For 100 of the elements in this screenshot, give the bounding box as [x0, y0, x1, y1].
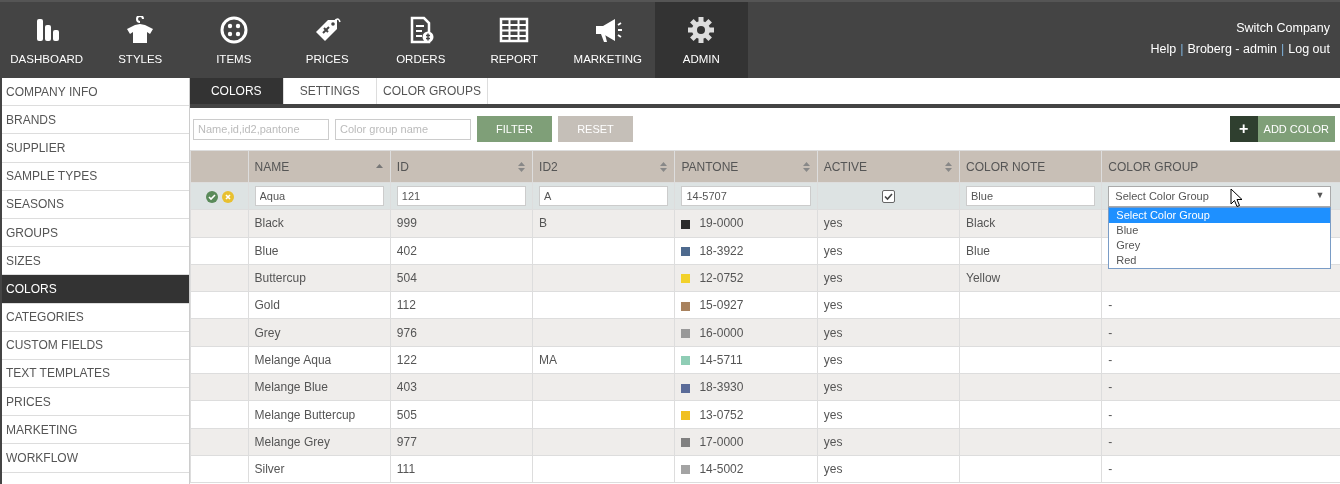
confirm-icon[interactable]	[206, 190, 219, 203]
table-cell: yes	[823, 434, 843, 449]
table-cell: 18-3930	[699, 380, 744, 395]
sidebar-item[interactable]: PRICES	[2, 388, 189, 417]
search-field[interactable]: Name,id,id2,pantone	[193, 118, 329, 140]
column-header[interactable]: ID	[396, 157, 409, 176]
table-cell: Gold	[254, 298, 280, 313]
input-field[interactable]: Aqua	[254, 186, 384, 207]
column-header[interactable]: ID2	[539, 157, 558, 176]
table-cell: Melange Aqua	[254, 352, 332, 367]
nav-tab[interactable]: ORDERS	[374, 2, 468, 78]
dropdown-option[interactable]: Red	[1109, 252, 1331, 268]
sidebar-item[interactable]: SUPPLIER	[2, 134, 189, 163]
table-cell: -	[1108, 434, 1113, 449]
table-cell: -	[1108, 298, 1113, 313]
sort-icon[interactable]	[517, 160, 527, 173]
table-cell: -	[1108, 325, 1113, 340]
table-cell: Silver	[254, 462, 285, 477]
input-field[interactable]: 14-5707	[681, 186, 811, 207]
table-cell: Blue	[254, 243, 279, 258]
checkbox[interactable]	[881, 190, 895, 204]
table-cell: 112	[396, 298, 416, 313]
switch-company-link[interactable]: Switch Company	[1236, 21, 1330, 35]
table-cell: Melange Blue	[254, 380, 328, 395]
sort-icon[interactable]	[944, 160, 953, 173]
button-icon	[218, 16, 249, 44]
table-cell: yes	[823, 407, 843, 422]
nav-tab[interactable]: PRICES	[280, 2, 374, 78]
table-cell: yes	[823, 380, 843, 395]
sidebar-item[interactable]: GROUPS	[2, 218, 189, 248]
table-cell: 122	[396, 352, 417, 367]
table-cell: 999	[396, 216, 417, 231]
table-cell: 14-5002	[699, 462, 744, 477]
table-cell: Black	[966, 216, 996, 231]
table-cell: yes	[823, 243, 843, 258]
input-field[interactable]: 121	[396, 186, 527, 207]
table-cell: 16-0000	[699, 325, 744, 340]
group-name-field[interactable]: Color group name	[335, 118, 471, 140]
table-icon	[499, 16, 530, 44]
account-link[interactable]: Broberg - admin	[1187, 42, 1278, 56]
table-cell: 402	[396, 243, 417, 258]
sidebar-item[interactable]: COLORS	[2, 275, 189, 304]
table-cell: Grey	[254, 325, 281, 340]
table-cell: Melange Grey	[254, 434, 330, 449]
sort-icon[interactable]	[659, 160, 669, 173]
account-link[interactable]: Log out	[1288, 42, 1330, 56]
nav-tab[interactable]: ITEMS	[187, 2, 281, 78]
nav-tab[interactable]: MARKETING	[561, 2, 655, 78]
table-cell: 505	[396, 407, 417, 422]
table-cell: -	[1108, 407, 1113, 422]
table-cell: yes	[823, 216, 843, 231]
table-cell: yes	[823, 462, 843, 477]
sidebar-item[interactable]: SEASONS	[2, 190, 189, 219]
settings-icon	[686, 16, 717, 44]
column-header[interactable]: ACTIVE	[823, 157, 868, 176]
nav-tab[interactable]: STYLES	[93, 2, 187, 78]
table-cell: 976	[396, 325, 417, 340]
table-cell: Black	[254, 216, 284, 231]
sidebar-item[interactable]: CATEGORIES	[2, 303, 189, 332]
table-cell: 15-0927	[699, 298, 744, 313]
table-cell: 18-3922	[699, 243, 744, 258]
sidebar-item[interactable]: COMPANY INFO	[2, 78, 189, 107]
sidebar-item[interactable]: BRANDS	[2, 106, 189, 135]
add-color-button[interactable]: + ADD COLOR	[1229, 116, 1335, 142]
sidebar-item[interactable]: SAMPLE TYPES	[2, 162, 189, 191]
cancel-icon[interactable]	[221, 190, 234, 203]
column-header[interactable]: NAME	[254, 157, 290, 176]
tab[interactable]: COLORS	[190, 78, 284, 104]
sidebar-item[interactable]: TEXT TEMPLATES	[2, 359, 189, 389]
table-cell: 19-0000	[699, 216, 744, 231]
sort-icon[interactable]	[801, 160, 811, 173]
nav-tab[interactable]: ADMIN	[654, 2, 748, 78]
table-cell: yes	[823, 298, 843, 313]
dropdown-option[interactable]: Grey	[1109, 237, 1331, 253]
table-cell: 14-5711	[699, 352, 743, 367]
sidebar-item[interactable]: WORKFLOW	[2, 444, 189, 473]
table-cell: Melange Buttercup	[254, 407, 356, 422]
table-cell: -	[1108, 462, 1113, 477]
table-cell: 17-0000	[699, 434, 744, 449]
nav-tab[interactable]: REPORT	[467, 2, 561, 78]
table-cell: 12-0752	[699, 271, 744, 286]
table-cell: -	[1108, 380, 1113, 395]
table-cell: 13-0752	[699, 407, 744, 422]
sidebar-item[interactable]: MARKETING	[2, 416, 189, 445]
table-cell: Blue	[966, 243, 991, 258]
table-cell: B	[539, 216, 548, 231]
table-cell: yes	[823, 352, 843, 367]
nav-tab[interactable]: DASHBOARD	[0, 2, 94, 78]
table-cell: 977	[396, 434, 417, 449]
sidebar-item[interactable]: CUSTOM FIELDS	[2, 331, 189, 360]
account-link[interactable]: Help	[1150, 42, 1177, 56]
table-cell: 403	[396, 380, 417, 395]
table-cell: yes	[823, 271, 843, 286]
input-field[interactable]: A	[539, 186, 669, 207]
t-shirt-icon	[125, 16, 156, 44]
select-field[interactable]: Select Color Group ▼	[1108, 185, 1332, 207]
table-cell: 504	[396, 271, 417, 286]
table-cell: Buttercup	[254, 271, 306, 286]
input-field[interactable]: Blue	[966, 186, 1096, 207]
dropdown-option[interactable]: Blue	[1109, 222, 1331, 238]
